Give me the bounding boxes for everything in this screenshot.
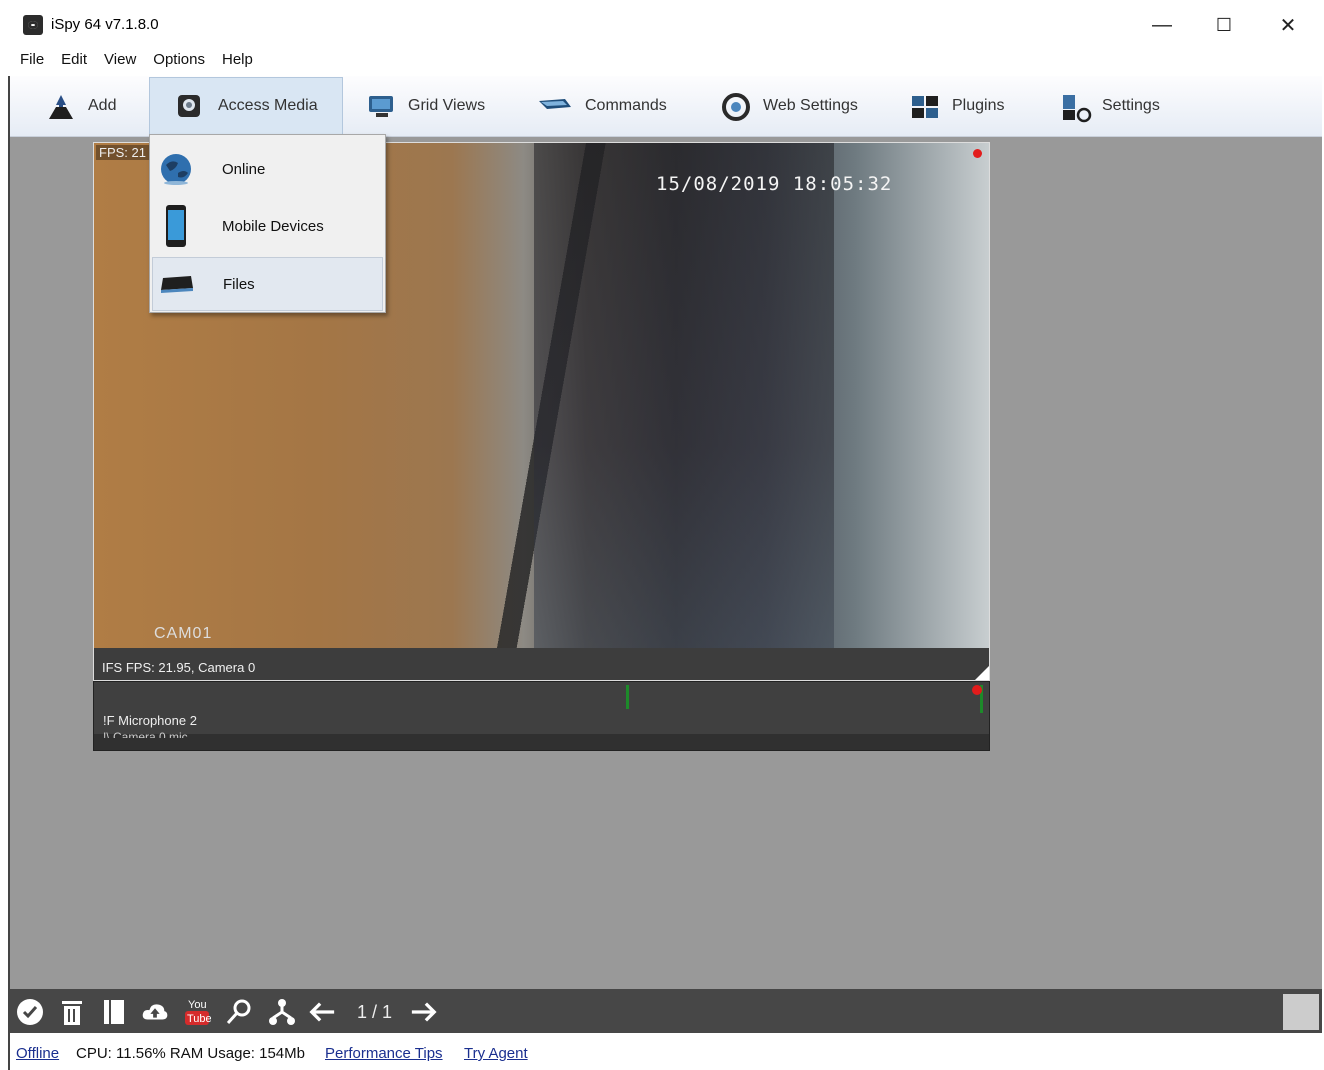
settings-icon <box>1060 93 1092 123</box>
try-agent-link[interactable]: Try Agent <box>464 1045 528 1062</box>
dropdown-item-mobile-devices[interactable]: Mobile Devices <box>152 200 381 252</box>
dropdown-files-label: Files <box>223 275 255 293</box>
camera-fps-overlay: FPS: 21 <box>96 145 149 160</box>
camera-status-text: IFS FPS: 21.95, Camera 0 <box>102 660 256 675</box>
system-stats-text: CPU: 11.56% RAM Usage: 154Mb <box>76 1045 305 1062</box>
status-bar: Offline CPU: 11.56% RAM Usage: 154Mb Per… <box>10 1033 1322 1070</box>
microphone-panel[interactable]: !F Microphone 2 !\ Camera 0 mic <box>93 681 990 751</box>
maximize-button[interactable]: ☐ <box>1201 10 1247 40</box>
performance-tips-link[interactable]: Performance Tips <box>325 1045 443 1062</box>
menu-bar: File Edit View Options Help <box>12 48 262 74</box>
add-download-icon <box>46 93 76 119</box>
toolbar-add-label: Add <box>88 97 117 114</box>
ispy-eye-icon <box>23 15 43 35</box>
toolbar-commands-button[interactable]: Commands <box>537 76 667 136</box>
commands-icon <box>537 93 573 119</box>
toolbar-add-button[interactable]: Add <box>46 76 116 136</box>
toolbar-grid-views-button[interactable]: Grid Views <box>366 76 485 136</box>
bottom-toolbar: You Tube 1 / 1 <box>10 989 1322 1033</box>
dropdown-mobile-devices-label: Mobile Devices <box>222 217 324 235</box>
page-indicator: 1 / 1 <box>357 1002 393 1022</box>
camera-status-bar: IFS FPS: 21.95, Camera 0 <box>94 648 989 680</box>
plugins-icon <box>910 93 940 119</box>
book-icon[interactable] <box>100 999 128 1025</box>
dropdown-item-online[interactable]: Online <box>152 143 381 195</box>
grid-views-icon <box>366 93 396 119</box>
window-title: iSpy 64 v7.1.8.0 <box>51 16 159 33</box>
minimize-button[interactable]: — <box>1139 10 1185 40</box>
toolbar-access-media-label: Access Media <box>218 97 318 114</box>
svg-text:Tube: Tube <box>187 1013 211 1025</box>
toolbar-settings-label: Settings <box>1102 97 1160 114</box>
cloud-upload-icon[interactable] <box>141 999 169 1025</box>
hard-drive-icon <box>155 262 199 306</box>
globe-icon <box>154 147 198 191</box>
mobile-phone-icon <box>154 204 198 248</box>
toolbar-access-media-button[interactable]: Access Media <box>149 77 343 135</box>
camera-feed-monitor-area <box>534 143 834 648</box>
camera-name-overlay: CAM01 <box>154 625 213 642</box>
main-toolbar: Add Access Media Grid Views Commands Web… <box>10 76 1322 137</box>
network-icon[interactable] <box>268 999 296 1025</box>
microphone-sub-label: !\ Camera 0 mic <box>103 730 188 738</box>
mic-recording-indicator-icon <box>972 685 982 695</box>
menu-view[interactable]: View <box>96 48 145 74</box>
menu-options[interactable]: Options <box>145 48 214 74</box>
window-left-border <box>8 76 10 1070</box>
toolbar-web-settings-button[interactable]: Web Settings <box>721 76 858 136</box>
menu-edit[interactable]: Edit <box>53 48 96 74</box>
audio-level-marker <box>626 685 629 709</box>
toolbar-web-settings-label: Web Settings <box>763 97 858 114</box>
mic-sub-panel: !\ Camera 0 mic <box>94 730 989 750</box>
check-circle-icon[interactable] <box>16 999 44 1025</box>
microphone-label: !F Microphone 2 <box>103 713 197 728</box>
dropdown-item-files[interactable]: Files <box>152 257 383 311</box>
youtube-icon[interactable]: You Tube <box>183 995 211 1027</box>
toolbar-grid-views-label: Grid Views <box>408 97 486 114</box>
trash-icon[interactable] <box>58 999 86 1025</box>
toolbar-commands-label: Commands <box>585 97 667 114</box>
search-icon[interactable] <box>225 999 253 1025</box>
menu-file[interactable]: File <box>12 48 53 74</box>
svg-text:You: You <box>188 999 207 1011</box>
title-bar: iSpy 64 v7.1.8.0 — ☐ ✕ <box>0 0 1324 48</box>
menu-help[interactable]: Help <box>214 48 262 74</box>
toolbar-plugins-label: Plugins <box>952 97 1005 114</box>
access-media-dropdown: Online Mobile Devices Files <box>149 134 386 313</box>
dropdown-online-label: Online <box>222 160 266 178</box>
resize-handle-icon[interactable] <box>975 666 989 680</box>
toolbar-plugins-button[interactable]: Plugins <box>910 76 1004 136</box>
layout-thumbnail-icon[interactable] <box>1283 994 1319 1030</box>
recording-indicator-icon <box>973 149 982 158</box>
toolbar-settings-button[interactable]: Settings <box>1060 76 1160 136</box>
offline-link[interactable]: Offline <box>16 1045 59 1062</box>
access-media-icon <box>176 93 206 119</box>
arrow-left-icon[interactable] <box>308 999 336 1025</box>
web-settings-icon <box>721 93 751 121</box>
close-button[interactable]: ✕ <box>1265 10 1311 40</box>
arrow-right-icon[interactable] <box>410 999 438 1025</box>
camera-timestamp: 15/08/2019 18:05:32 <box>656 173 893 195</box>
